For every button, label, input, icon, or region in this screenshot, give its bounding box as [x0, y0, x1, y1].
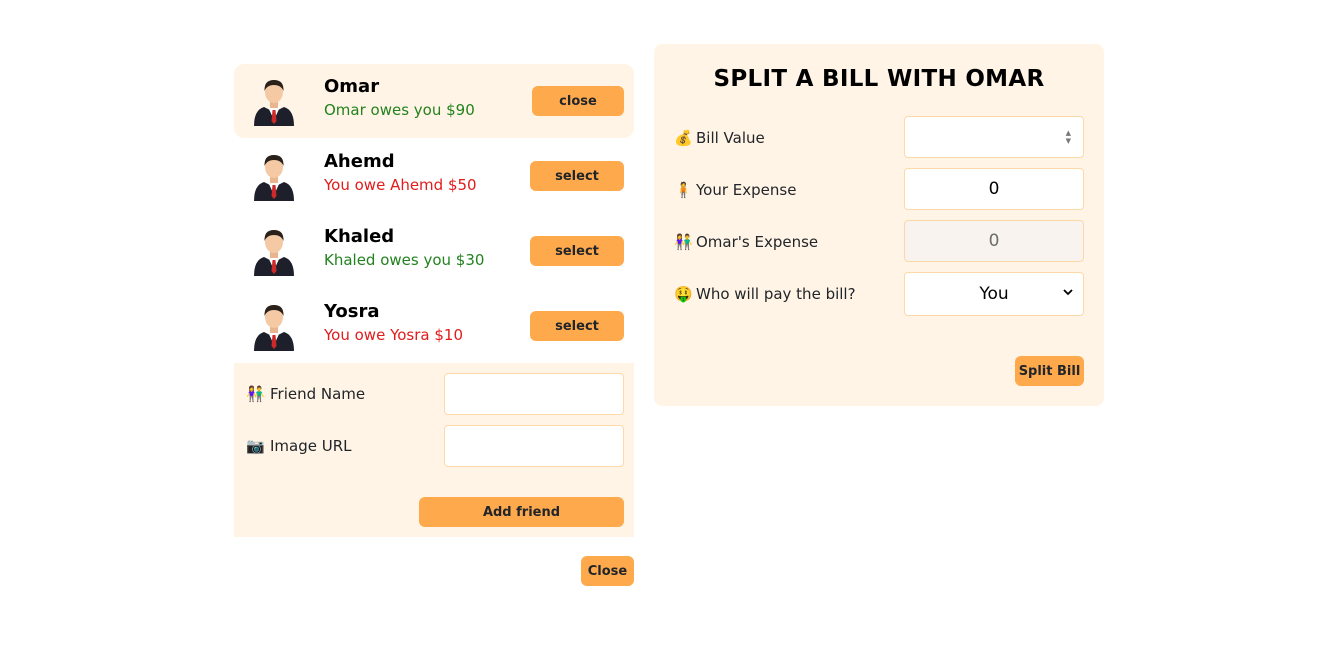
friend-name: Yosra	[324, 301, 380, 322]
select-friend-button[interactable]: select	[530, 311, 624, 341]
friend-item-ahemd: Ahemd You owe Ahemd $50 select	[234, 139, 634, 213]
add-friend-button[interactable]: Add friend	[419, 497, 624, 527]
avatar	[250, 301, 298, 351]
person-icon: 🧍	[674, 181, 693, 199]
friends-sidebar: Omar Omar owes you $90 close Ahemd You o…	[234, 64, 634, 537]
avatar	[250, 76, 298, 126]
friend-balance: You owe Ahemd $50	[324, 176, 477, 194]
number-spinner-icon[interactable]: ▲ ▼	[1066, 129, 1071, 145]
bill-value-input[interactable]: ▲ ▼	[904, 116, 1084, 158]
friend-balance: You owe Yosra $10	[324, 326, 463, 344]
friend-name-label: 👫 Friend Name	[246, 385, 366, 403]
close-friend-button[interactable]: close	[532, 86, 624, 116]
friend-item-khaled: Khaled Khaled owes you $30 select	[234, 214, 634, 288]
friend-item-yosra: Yosra You owe Yosra $10 select	[234, 289, 634, 363]
chevron-down-icon	[1063, 289, 1073, 296]
camera-icon: 📷	[246, 437, 265, 455]
friend-balance: Omar owes you $90	[324, 101, 475, 119]
friend-item-omar: Omar Omar owes you $90 close	[234, 64, 634, 138]
image-url-label: 📷 Image URL	[246, 437, 352, 455]
your-expense-label: 🧍 Your Expense	[674, 181, 797, 199]
avatar	[250, 226, 298, 276]
close-form-button[interactable]: Close	[581, 556, 634, 586]
add-friend-form: 👫 Friend Name 📷 Image URL Add friend	[234, 363, 634, 537]
payer-select[interactable]: You	[904, 272, 1084, 316]
split-bill-form: SPLIT A BILL WITH OMAR 💰 Bill Value ▲ ▼ 🧍…	[654, 44, 1104, 406]
bill-value-label: 💰 Bill Value	[674, 129, 765, 147]
friend-name-input[interactable]	[444, 373, 624, 415]
friend-name: Ahemd	[324, 151, 395, 172]
couple-icon: 👫	[674, 233, 693, 251]
friend-expense-input: 0	[904, 220, 1084, 262]
friend-expense-label: 👫 Omar's Expense	[674, 233, 819, 251]
friend-name: Khaled	[324, 226, 395, 247]
split-bill-button[interactable]: Split Bill	[1015, 356, 1084, 386]
money-face-icon: 🤑	[674, 285, 693, 303]
payer-label: 🤑 Who will pay the bill?	[674, 285, 856, 303]
avatar	[250, 151, 298, 201]
couple-icon: 👫	[246, 385, 265, 403]
friends-list: Omar Omar owes you $90 close Ahemd You o…	[234, 64, 634, 363]
image-url-input[interactable]	[444, 425, 624, 467]
split-bill-title: SPLIT A BILL WITH OMAR	[713, 66, 1045, 92]
select-friend-button[interactable]: select	[530, 161, 624, 191]
money-bag-icon: 💰	[674, 129, 693, 147]
friend-balance: Khaled owes you $30	[324, 251, 485, 269]
your-expense-input[interactable]: 0	[904, 168, 1084, 210]
friend-name: Omar	[324, 76, 380, 97]
select-friend-button[interactable]: select	[530, 236, 624, 266]
